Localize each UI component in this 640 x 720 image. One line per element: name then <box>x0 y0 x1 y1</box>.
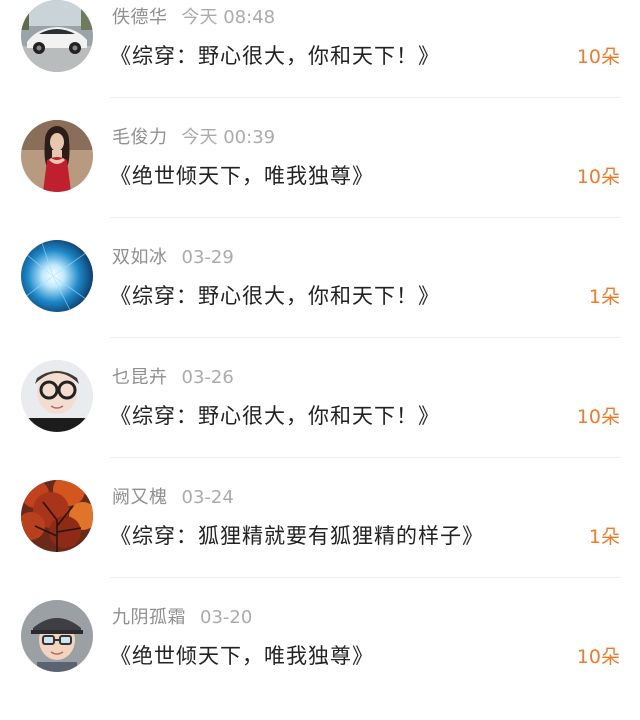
timestamp: 03-26 <box>181 367 234 388</box>
autumn-tree-avatar-icon <box>21 480 93 552</box>
avatar[interactable] <box>21 240 93 312</box>
list-item[interactable]: 阙又槐 03-24 《综穿：狐狸精就要有狐狸精的样子》 1朵 <box>0 480 640 600</box>
timestamp: 今天 00:39 <box>181 127 276 148</box>
avatar[interactable] <box>21 360 93 432</box>
list-item[interactable]: 佚德华 今天 08:48 《综穿：野心很大，你和天下！》 10朵 <box>0 0 640 120</box>
book-title[interactable]: 《绝世倾天下，唯我独尊》 <box>110 158 374 194</box>
divider <box>110 457 620 458</box>
username[interactable]: 乜昆卉 <box>112 367 168 388</box>
item-meta: 毛俊力 今天 00:39 <box>112 126 275 150</box>
book-title[interactable]: 《综穿：野心很大，你和天下！》 <box>110 38 440 74</box>
book-title[interactable]: 《综穿：狐狸精就要有狐狸精的样子》 <box>110 518 484 554</box>
list-item[interactable]: 九阴孤霜 03-20 《绝世倾天下，唯我独尊》 10朵 <box>0 600 640 720</box>
woman-red-dress-avatar-icon <box>21 120 93 192</box>
sports-car-avatar-icon <box>21 0 93 72</box>
divider <box>110 337 620 338</box>
item-meta: 阙又槐 03-24 <box>112 486 234 510</box>
username[interactable]: 毛俊力 <box>112 127 168 148</box>
username[interactable]: 九阴孤霜 <box>112 607 186 628</box>
username[interactable]: 双如冰 <box>112 247 168 268</box>
flower-count: 10朵 <box>576 46 620 68</box>
avatar[interactable] <box>21 0 93 72</box>
cap-kid-avatar-icon <box>21 600 93 672</box>
book-title[interactable]: 《综穿：野心很大，你和天下！》 <box>110 398 440 434</box>
avatar[interactable] <box>21 600 93 672</box>
divider <box>110 97 620 98</box>
flower-count: 10朵 <box>576 406 620 428</box>
list-item[interactable]: 毛俊力 今天 00:39 《绝世倾天下，唯我独尊》 10朵 <box>0 120 640 240</box>
book-title[interactable]: 《绝世倾天下，唯我独尊》 <box>110 638 374 674</box>
flower-count: 1朵 <box>588 526 620 548</box>
item-meta: 佚德华 今天 08:48 <box>112 6 275 30</box>
timestamp: 03-29 <box>181 247 234 268</box>
divider <box>110 217 620 218</box>
timestamp: 03-20 <box>200 607 253 628</box>
username[interactable]: 阙又槐 <box>112 487 168 508</box>
flower-count: 10朵 <box>576 646 620 668</box>
list-item[interactable]: 乜昆卉 03-26 《综穿：野心很大，你和天下！》 10朵 <box>0 360 640 480</box>
glasses-boy-avatar-icon <box>21 360 93 432</box>
flower-count: 10朵 <box>576 166 620 188</box>
item-meta: 双如冰 03-29 <box>112 246 234 270</box>
list-item[interactable]: 双如冰 03-29 《综穿：野心很大，你和天下！》 1朵 <box>0 240 640 360</box>
timestamp: 03-24 <box>181 487 234 508</box>
username[interactable]: 佚德华 <box>112 7 168 28</box>
divider <box>110 577 620 578</box>
item-meta: 九阴孤霜 03-20 <box>112 606 252 630</box>
avatar[interactable] <box>21 480 93 552</box>
avatar[interactable] <box>21 120 93 192</box>
blue-tunnel-avatar-icon <box>21 240 93 312</box>
flower-count: 1朵 <box>588 286 620 308</box>
item-meta: 乜昆卉 03-26 <box>112 366 234 390</box>
book-title[interactable]: 《综穿：野心很大，你和天下！》 <box>110 278 440 314</box>
timestamp: 今天 08:48 <box>181 7 276 28</box>
